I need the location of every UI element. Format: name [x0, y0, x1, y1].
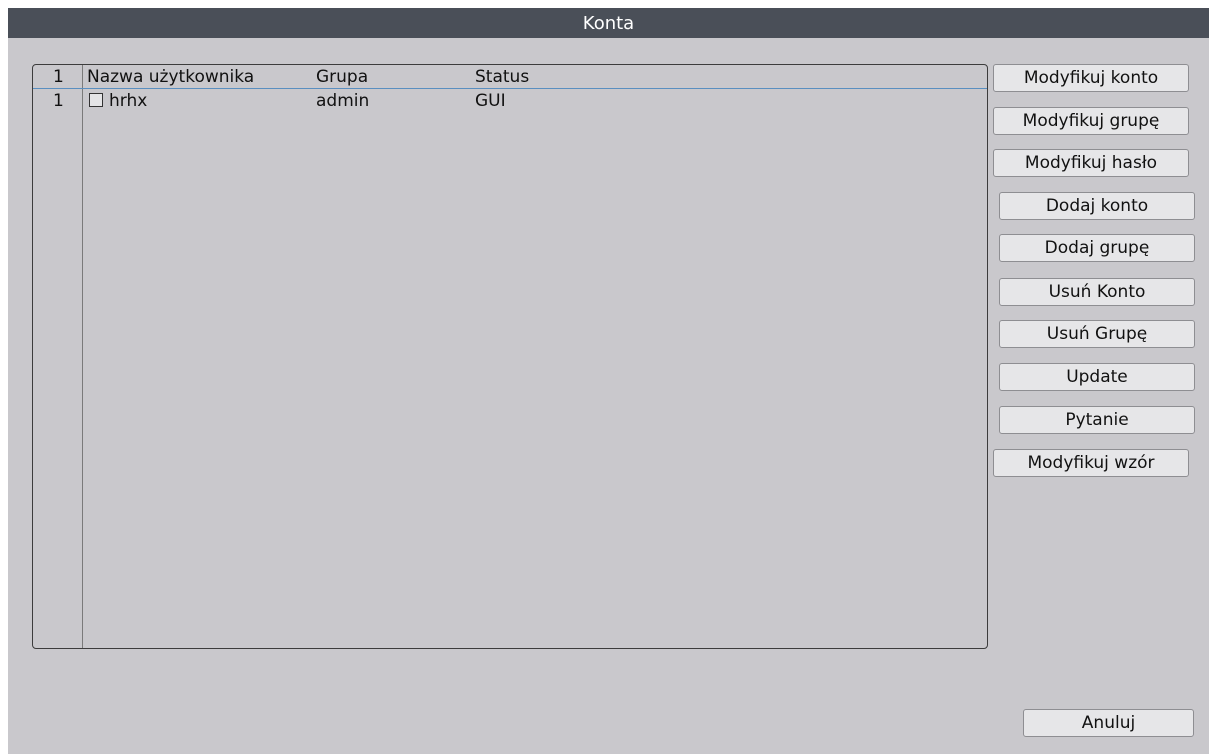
update-button[interactable]: Update: [999, 363, 1195, 391]
table-row[interactable]: 1 hrhx admin GUI: [33, 89, 987, 113]
modify-password-button[interactable]: Modyfikuj hasło: [993, 149, 1189, 177]
header-group: Grupa: [316, 67, 369, 87]
row-index: 1: [53, 91, 64, 111]
modify-account-button[interactable]: Modyfikuj konto: [993, 64, 1189, 92]
cancel-button[interactable]: Anuluj: [1023, 709, 1194, 737]
row-checkbox[interactable]: [89, 93, 103, 107]
modify-group-button[interactable]: Modyfikuj grupę: [993, 107, 1189, 135]
index-column-divider: [82, 65, 83, 648]
header-index: 1: [53, 67, 64, 87]
accounts-table: 1 Nazwa użytkownika Grupa Status 1 hrhx …: [32, 64, 988, 649]
header-status: Status: [475, 67, 530, 87]
accounts-window: Konta 1 Nazwa użytkownika Grupa Status 1…: [8, 8, 1209, 754]
row-status: GUI: [475, 91, 506, 111]
add-group-button[interactable]: Dodaj grupę: [999, 234, 1195, 262]
delete-group-button[interactable]: Usuń Grupę: [999, 320, 1195, 348]
window-title: Konta: [8, 8, 1209, 38]
header-username: Nazwa użytkownika: [87, 67, 255, 87]
question-button[interactable]: Pytanie: [999, 406, 1195, 434]
table-header: 1 Nazwa użytkownika Grupa Status: [33, 65, 987, 89]
delete-account-button[interactable]: Usuń Konto: [999, 278, 1195, 306]
row-group: admin: [316, 91, 370, 111]
modify-pattern-button[interactable]: Modyfikuj wzór: [993, 449, 1189, 477]
add-account-button[interactable]: Dodaj konto: [999, 192, 1195, 220]
row-username: hrhx: [109, 91, 148, 111]
